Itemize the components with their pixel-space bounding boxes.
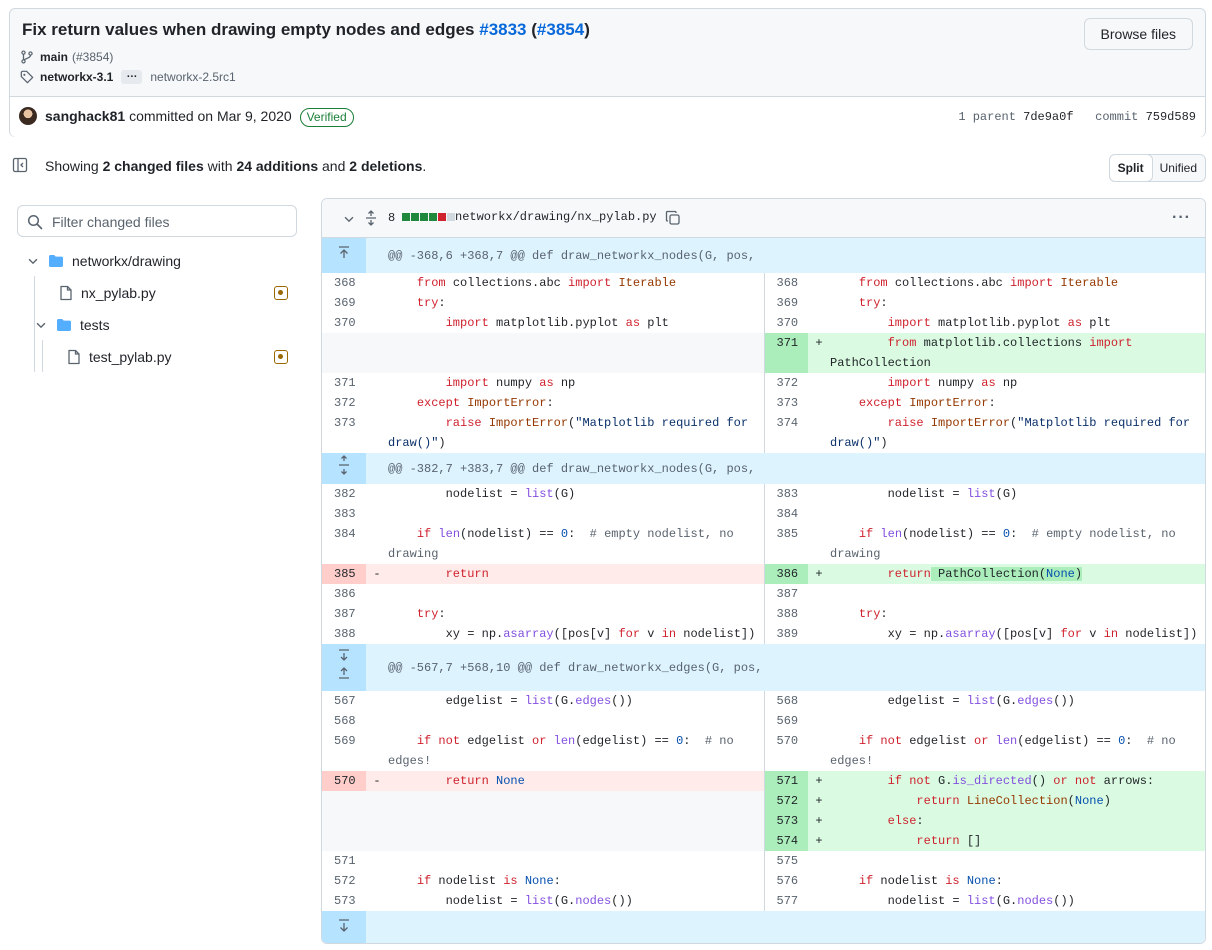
tree-file-test-pylab[interactable]: test_pylab.py (66, 341, 172, 373)
diff-row: 369 try: 369 try: (322, 293, 1205, 313)
diff-row: 372 except ImportError: 373 except Impor… (322, 393, 1205, 413)
diff-row-changed: 570- return None 571 + if not G.is_direct… (322, 771, 1205, 791)
tree-item-label: networkx/drawing (72, 253, 181, 269)
commit-header: Fix return values when drawing empty nod… (9, 8, 1206, 137)
diff-row: 373 raise ImportError("Matplotlib requir… (322, 413, 1205, 453)
chevron-down-icon (36, 322, 46, 329)
diff-row: 371 import numpy as np 372 import numpy … (322, 373, 1205, 393)
file-diff-header: 8 networkx/drawing/nx_pylab.py ··· (322, 199, 1205, 238)
tree-item-label: tests (80, 317, 110, 333)
expand-both-icon[interactable] (322, 644, 366, 691)
browse-files-button[interactable]: Browse files (1083, 18, 1193, 50)
diff-table: @@ -368,6 +368,7 @@ def draw_networkx_no… (322, 238, 1205, 943)
change-count: 8 (388, 211, 396, 225)
branch-name[interactable]: main (40, 50, 68, 64)
committed-date: committed on Mar 9, 2020 (129, 108, 292, 124)
expand-down-icon[interactable] (322, 911, 366, 943)
sidebar-collapse-icon[interactable] (12, 157, 28, 173)
file-modified-icon (274, 286, 288, 300)
parent-info: 1 parent 7de9a0f commit 759d589 (958, 110, 1196, 124)
file-icon (68, 349, 80, 365)
hunk-footer (322, 911, 1205, 943)
author-row: sanghack81 committed on Mar 9, 2020 Veri… (10, 96, 1205, 137)
diff-row: 370 import matplotlib.pyplot as plt 370 … (322, 313, 1205, 333)
avatar[interactable] (19, 107, 37, 125)
hunk-header: @@ -382,7 +383,7 @@ def draw_networkx_no… (322, 453, 1205, 484)
diff-row-added: 574 + return [] (322, 831, 1205, 851)
expand-both-icon[interactable] (322, 453, 366, 484)
tree-folder-tests[interactable]: tests (34, 309, 110, 341)
commit-title: Fix return values when drawing empty nod… (22, 20, 590, 39)
diff-row: 571 575 (322, 851, 1205, 871)
diff-row: 572 if nodelist is None: 576 if nodelist… (322, 871, 1205, 891)
expand-up-icon[interactable] (322, 238, 366, 273)
tag-name-2[interactable]: networkx-2.5rc1 (150, 70, 235, 84)
diff-row-added: 572 + return LineCollection(None) (322, 791, 1205, 811)
commit-label: commit (1095, 110, 1139, 124)
split-view-button[interactable]: Split (1108, 154, 1153, 182)
hunk-header: @@ -567,7 +568,10 @@ def draw_networkx_e… (322, 644, 1205, 691)
diff-summary-row: Showing 2 changed files with 24 addition… (12, 154, 1206, 182)
search-icon (27, 214, 43, 230)
file-modified-icon (274, 350, 288, 364)
filter-files-input[interactable] (50, 211, 290, 233)
diffstat-blocks (402, 213, 455, 221)
tree-item-label: nx_pylab.py (81, 285, 156, 301)
diff-row: 568 569 (322, 711, 1205, 731)
diff-row: 388 xy = np.asarray([pos[v] for v in nod… (322, 624, 1205, 644)
tree-file-nx-pylab[interactable]: nx_pylab.py (58, 277, 156, 309)
file-path[interactable]: networkx/drawing/nx_pylab.py (455, 210, 657, 224)
author-name[interactable]: sanghack81 (45, 108, 125, 124)
diff-row-changed: 385- return 386 + return PathCollection(N… (322, 564, 1205, 584)
commit-sha: 759d589 (1145, 110, 1196, 124)
view-toggle: Split Unified (1108, 154, 1206, 182)
tree-guide-line (42, 340, 43, 372)
diff-row: 573 nodelist = list(G.nodes()) 577 nodel… (322, 891, 1205, 911)
file-icon (60, 285, 72, 301)
folder-icon (49, 255, 63, 267)
hunk-header: @@ -368,6 +368,7 @@ def draw_networkx_no… (322, 238, 1205, 273)
filter-files-field (17, 205, 297, 237)
file-diff: 8 networkx/drawing/nx_pylab.py ··· @@ -3… (321, 198, 1206, 944)
folder-icon (57, 319, 71, 331)
diff-row: 383 384 (322, 504, 1205, 524)
parent-sha[interactable]: 7de9a0f (1023, 110, 1073, 124)
branch-info: main (#3854) (20, 50, 113, 64)
diff-row: 382 nodelist = list(G) 383 nodelist = li… (322, 484, 1205, 504)
tag-name[interactable]: networkx-3.1 (40, 70, 113, 84)
tree-item-label: test_pylab.py (89, 349, 172, 365)
diff-row: 387 try: 388 try: (322, 604, 1205, 624)
issue-link[interactable]: #3833 (479, 20, 526, 39)
diff-row: 368 from collections.abc import Iterable… (322, 273, 1205, 293)
diff-summary: Showing 2 changed files with 24 addition… (45, 158, 427, 174)
tag-info: networkx-3.1 … networkx-2.5rc1 (20, 69, 236, 84)
diff-row: 384 if len(nodelist) == 0: # empty nodel… (322, 524, 1205, 564)
diff-row-added: 573 + else: (322, 811, 1205, 831)
tree-folder-networkx-drawing[interactable]: networkx/drawing (26, 245, 181, 277)
more-options-icon[interactable]: ··· (1172, 209, 1191, 227)
git-branch-icon (21, 50, 33, 64)
verified-badge[interactable]: Verified (299, 108, 354, 127)
unified-view-button[interactable]: Unified (1152, 155, 1205, 181)
chevron-down-icon (28, 258, 38, 265)
tag-icon (20, 70, 34, 84)
branch-pr[interactable]: (#3854) (72, 50, 113, 64)
expand-all-icon[interactable] (364, 210, 378, 226)
copy-icon[interactable] (665, 210, 681, 226)
more-tags-button[interactable]: … (121, 69, 143, 84)
diff-row: 569 if not edgelist or len(edgelist) == … (322, 731, 1205, 771)
diff-row: 567 edgelist = list(G.edges()) 568 edgel… (322, 691, 1205, 711)
diff-row-added: 371 + from matplotlib.collections import … (322, 333, 1205, 373)
parent-label: 1 parent (958, 110, 1016, 124)
chevron-down-icon[interactable] (342, 212, 356, 226)
diff-row: 386 387 (322, 584, 1205, 604)
pr-link[interactable]: #3854 (537, 20, 584, 39)
